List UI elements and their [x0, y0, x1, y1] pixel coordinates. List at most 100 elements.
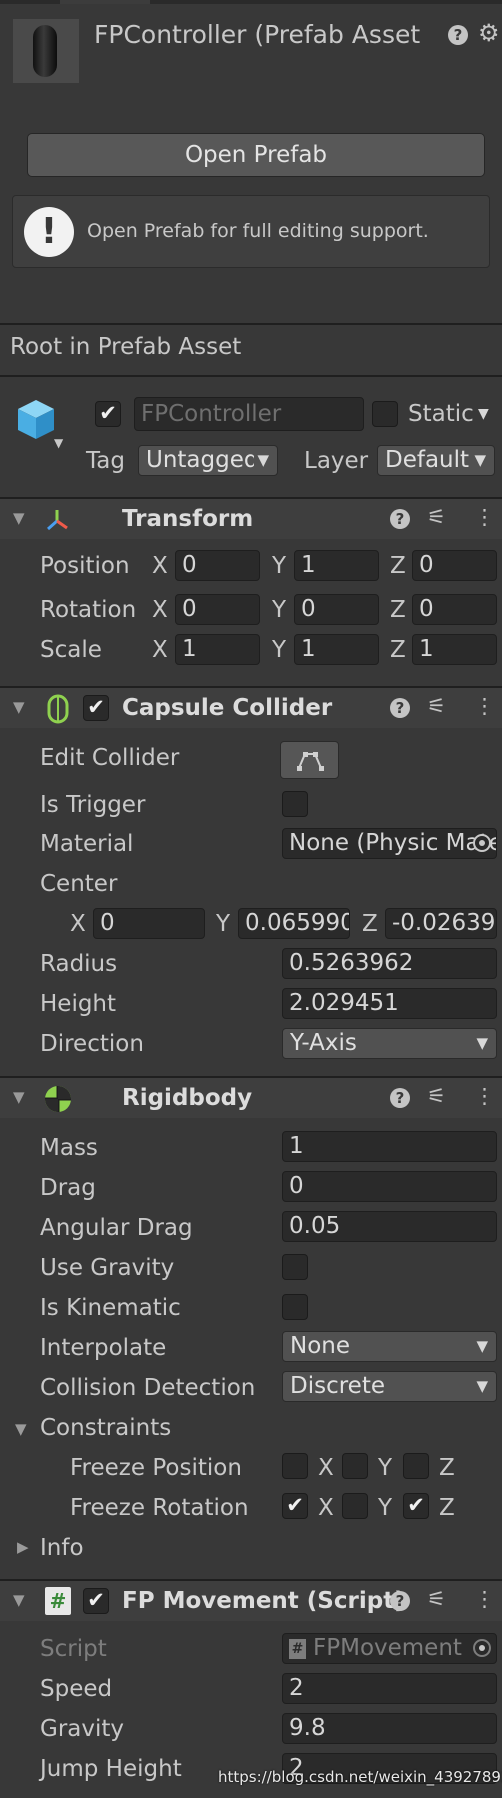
position-y-field[interactable]: 1 — [294, 550, 379, 581]
material-field[interactable]: None (Physic Material) — [282, 828, 497, 859]
help-icon[interactable]: ? — [390, 509, 410, 529]
presets-sliders-icon[interactable]: ⚟ — [427, 1084, 446, 1108]
center-y-field[interactable]: 0.06599042 — [238, 908, 350, 939]
context-menu-kebab-icon[interactable]: ⋮ — [474, 505, 495, 529]
rotation-z-field[interactable]: 0 — [412, 594, 497, 625]
gravity-label: Gravity — [40, 1716, 125, 1742]
fpmovement-header[interactable]: ▼ # ✔ FP Movement (Script) ? ⚟ ⋮ — [0, 1581, 502, 1621]
help-icon[interactable]: ? — [390, 1088, 410, 1108]
axis-y-label: Y — [272, 597, 287, 623]
fpmovement-enabled-toggle[interactable]: ✔ — [83, 1588, 109, 1614]
rotation-y-field[interactable]: 0 — [294, 594, 379, 625]
rotation-x-field[interactable]: 0 — [175, 594, 260, 625]
position-x-field[interactable]: 0 — [175, 550, 260, 581]
object-picker-target-icon[interactable] — [473, 834, 491, 852]
is-trigger-toggle[interactable] — [282, 791, 308, 817]
rigidbody-header[interactable]: ▼ Rigidbody ? ⚟ ⋮ — [0, 1078, 502, 1118]
scale-y-field[interactable]: 1 — [294, 634, 379, 665]
drag-label: Drag — [40, 1175, 96, 1201]
freeze-position-z-label: Z — [439, 1455, 455, 1481]
open-prefab-button[interactable]: Open Prefab — [27, 133, 485, 177]
active-toggle[interactable]: ✔ — [95, 401, 121, 427]
position-z-field[interactable]: 0 — [412, 550, 497, 581]
speed-label: Speed — [40, 1676, 113, 1702]
foldout-arrow-icon[interactable]: ▼ — [13, 698, 25, 716]
scale-z-field[interactable]: 1 — [412, 634, 497, 665]
foldout-arrow-icon[interactable]: ▼ — [13, 1591, 25, 1609]
center-z-field[interactable]: -0.02639 — [385, 908, 497, 939]
freeze-rotation-y-toggle[interactable] — [342, 1493, 368, 1519]
help-icon[interactable]: ? — [448, 25, 468, 45]
fpmovement-title: FP Movement (Script) — [122, 1588, 405, 1614]
info-foldout-arrow-icon[interactable]: ▶ — [17, 1538, 29, 1556]
gravity-field[interactable]: 9.8 — [282, 1713, 497, 1744]
rigidbody-title: Rigidbody — [122, 1085, 253, 1111]
static-toggle[interactable] — [372, 401, 398, 427]
axis-z-label: Z — [390, 553, 406, 579]
direction-dropdown[interactable]: Y-Axis ▼ — [282, 1028, 497, 1059]
foldout-arrow-icon[interactable]: ▼ — [13, 1088, 25, 1106]
constraints-label: Constraints — [40, 1415, 172, 1441]
freeze-rotation-x-toggle[interactable]: ✔ — [282, 1493, 308, 1519]
collision-detection-value: Discrete — [290, 1373, 385, 1399]
mass-label: Mass — [40, 1135, 98, 1161]
static-dropdown-arrow[interactable]: ▼ — [478, 406, 489, 422]
help-icon[interactable]: ? — [390, 698, 410, 718]
script-field-hash-icon: # — [289, 1639, 306, 1659]
presets-sliders-icon[interactable]: ⚟ — [427, 1587, 446, 1611]
direction-label: Direction — [40, 1031, 144, 1057]
prefab-title: FPController (Prefab Asset — [94, 20, 421, 49]
center-x-field[interactable]: 0 — [93, 908, 205, 939]
freeze-position-y-toggle[interactable] — [342, 1453, 368, 1479]
material-value: None (Physic Material) — [289, 830, 496, 856]
capsule-collider-icon — [47, 694, 69, 724]
angular-drag-field[interactable]: 0.05 — [282, 1211, 497, 1242]
mass-field[interactable]: 1 — [282, 1131, 497, 1162]
warning-exclamation-icon: ! — [24, 207, 74, 257]
radius-field[interactable]: 0.5263962 — [282, 948, 497, 979]
context-menu-kebab-icon[interactable]: ⋮ — [474, 694, 495, 718]
settings-gear-icon[interactable]: ⚙ — [478, 19, 500, 47]
open-prefab-label: Open Prefab — [184, 142, 328, 168]
is-kinematic-toggle[interactable] — [282, 1294, 308, 1320]
foldout-arrow-icon[interactable]: ▼ — [13, 509, 25, 527]
edit-collider-button[interactable] — [280, 741, 339, 779]
gameobject-name-field[interactable]: FPController — [134, 397, 364, 431]
transform-header[interactable]: ▼ Transform ? ⚟ ⋮ — [0, 499, 502, 539]
tag-dropdown[interactable]: Untagged ▼ — [138, 445, 278, 476]
icon-dropdown-arrow[interactable]: ▼ — [54, 436, 63, 450]
direction-value: Y-Axis — [290, 1030, 357, 1056]
presets-sliders-icon[interactable]: ⚟ — [427, 694, 446, 718]
help-icon[interactable]: ? — [390, 1591, 410, 1611]
collision-detection-label: Collision Detection — [40, 1375, 256, 1401]
presets-sliders-icon[interactable]: ⚟ — [427, 505, 446, 529]
edit-collider-shape-icon — [297, 752, 324, 771]
freeze-rotation-z-toggle[interactable]: ✔ — [403, 1493, 429, 1519]
gameobject-cube-icon — [14, 397, 58, 441]
context-menu-kebab-icon[interactable]: ⋮ — [474, 1587, 495, 1611]
capsule-preview-icon — [33, 25, 57, 77]
height-label: Height — [40, 991, 117, 1017]
interpolate-dropdown[interactable]: None ▼ — [282, 1331, 497, 1362]
tag-label: Tag — [86, 448, 125, 474]
capsule-collider-header[interactable]: ▼ ✔ Capsule Collider ? ⚟ ⋮ — [0, 688, 502, 728]
context-menu-kebab-icon[interactable]: ⋮ — [474, 1084, 495, 1108]
freeze-position-z-toggle[interactable] — [403, 1453, 429, 1479]
angular-drag-label: Angular Drag — [40, 1215, 193, 1241]
scale-x-field[interactable]: 1 — [175, 634, 260, 665]
height-field[interactable]: 2.029451 — [282, 988, 497, 1019]
speed-field[interactable]: 2 — [282, 1673, 497, 1704]
use-gravity-toggle[interactable] — [282, 1254, 308, 1280]
drag-field[interactable]: 0 — [282, 1171, 497, 1202]
freeze-position-x-toggle[interactable] — [282, 1453, 308, 1479]
center-label: Center — [40, 871, 118, 897]
script-value: FPMovement — [313, 1635, 462, 1661]
freeze-rotation-y-label: Y — [378, 1495, 393, 1521]
tag-value: Untagged — [146, 447, 259, 473]
radius-label: Radius — [40, 951, 118, 977]
collision-detection-dropdown[interactable]: Discrete ▼ — [282, 1371, 497, 1402]
capsule-enabled-toggle[interactable]: ✔ — [83, 695, 109, 721]
script-field: # FPMovement — [282, 1633, 497, 1664]
constraints-foldout-arrow-icon[interactable]: ▼ — [15, 1420, 27, 1438]
layer-dropdown[interactable]: Default ▼ — [377, 445, 495, 476]
